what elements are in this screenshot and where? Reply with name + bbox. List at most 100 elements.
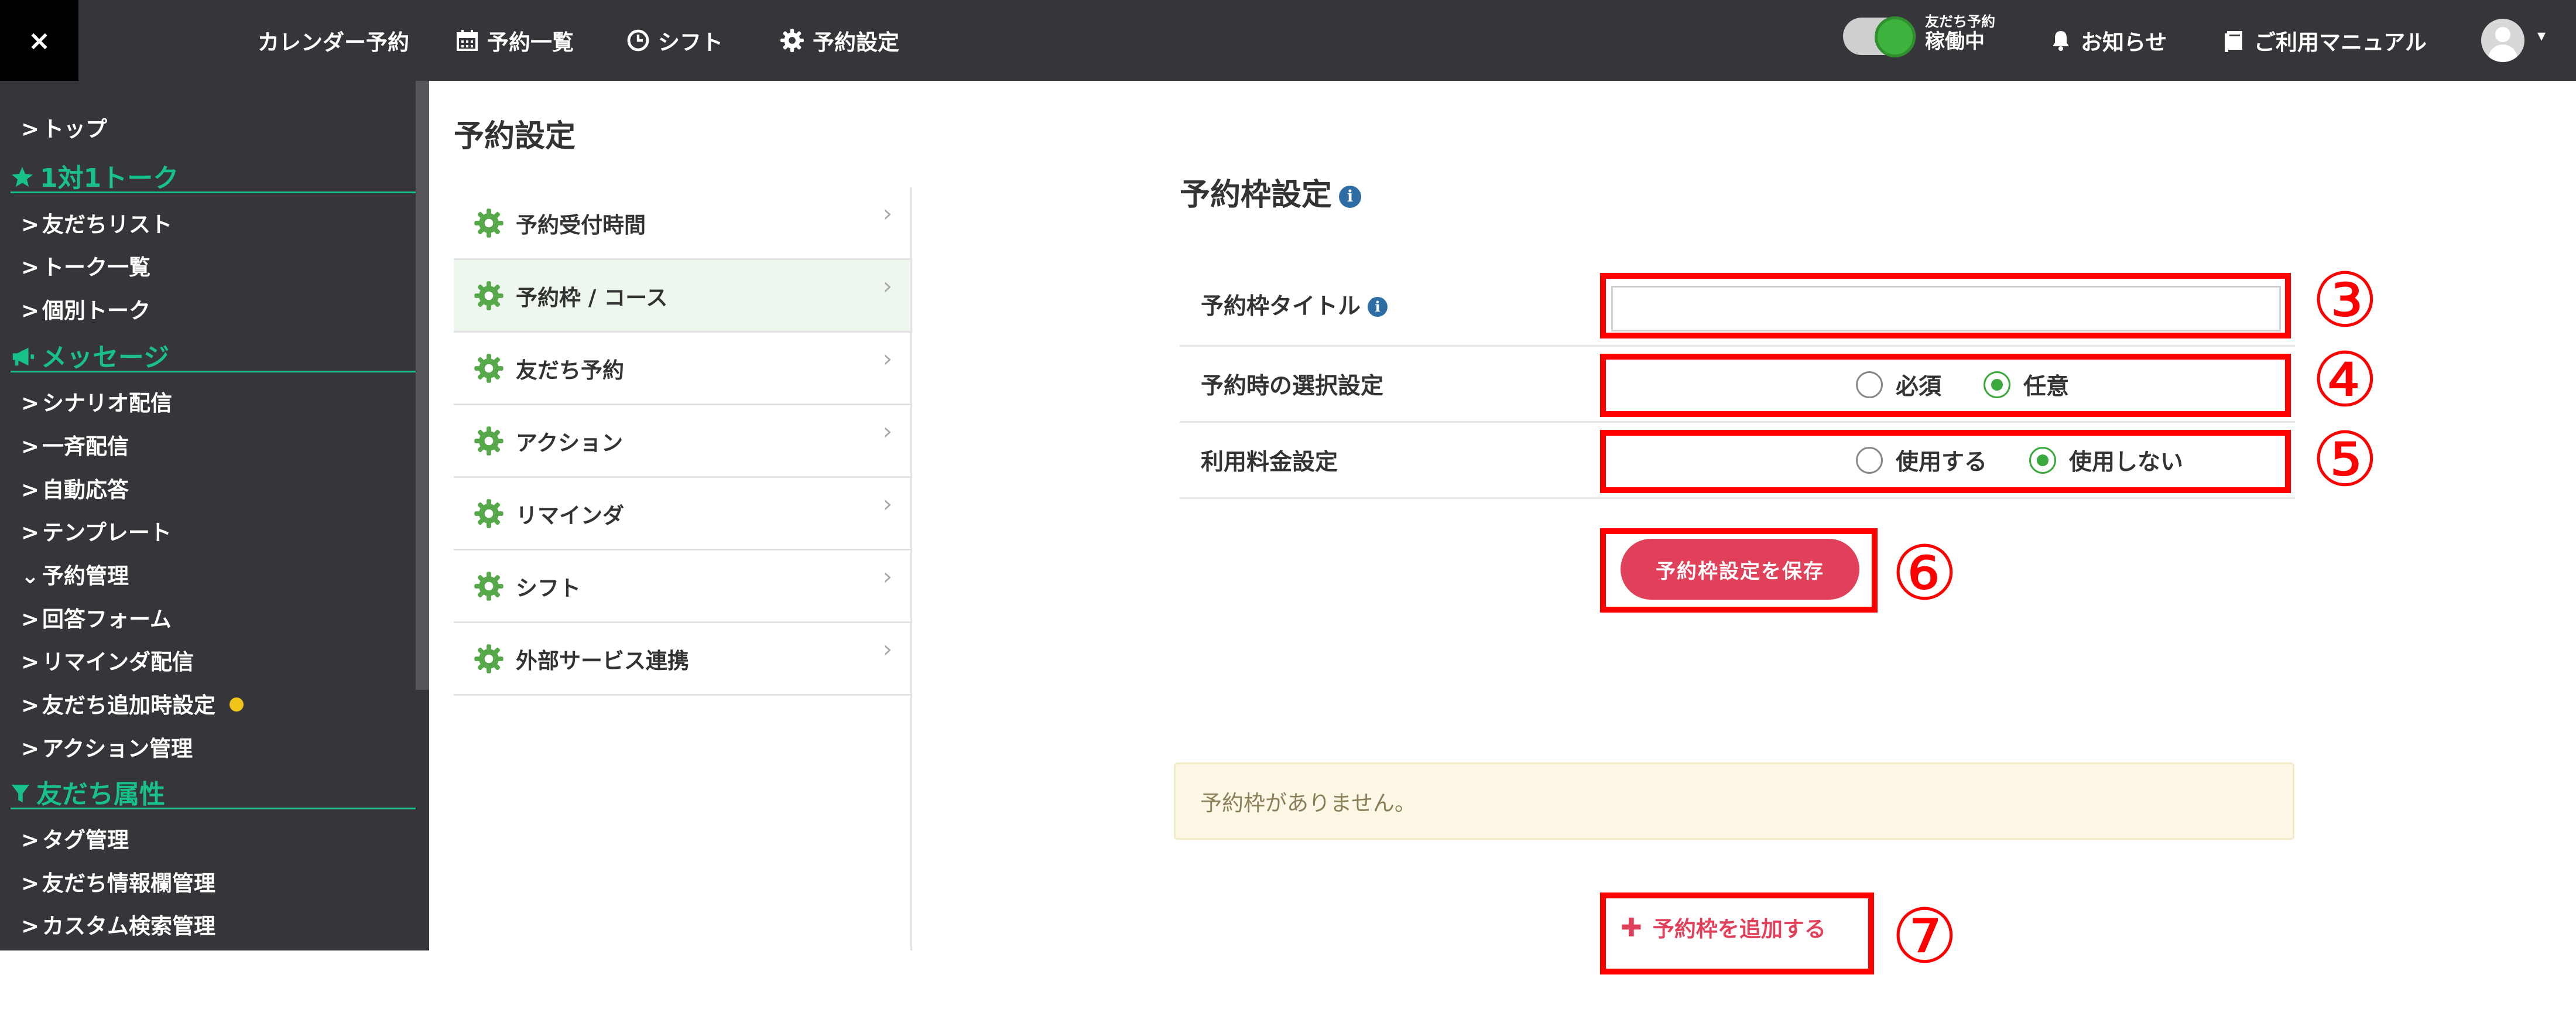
sidebar-section-label: 友だち属性 — [36, 779, 165, 809]
sidebar-item-broadcast[interactable]: > 一斉配信 — [21, 429, 129, 460]
top-bar: × カレンダー予約 予約一覧 シフト 予約設定 友だち予約 稼働中 お知らせ ご… — [0, 0, 2576, 81]
annotation-box-title — [1600, 273, 2291, 338]
sidebar-item-label: シナリオ配信 — [42, 391, 172, 416]
sidebar-item-label: 個別トーク — [42, 298, 150, 323]
title-label-text: 予約枠タイトル — [1201, 293, 1361, 320]
nav-reservation-list[interactable]: 予約一覧 — [455, 0, 574, 81]
info-icon[interactable]: i — [1339, 185, 1362, 208]
gear-icon — [474, 644, 503, 673]
sidebar-item-talk-list[interactable]: > トーク一覧 — [21, 249, 150, 281]
chevron-right-icon: > — [21, 298, 40, 323]
submenu-divider — [910, 187, 912, 950]
nav-notice[interactable]: お知らせ — [2049, 0, 2167, 81]
sidebar-item-label: 一斉配信 — [42, 434, 129, 459]
nav-calendar-reservation[interactable]: カレンダー予約 — [258, 0, 409, 81]
megaphone-icon — [12, 347, 35, 366]
chevron-right-icon: > — [21, 212, 40, 237]
toggle-status-text: 友だち予約 稼働中 — [1925, 13, 1995, 53]
sidebar-section-friend-attributes: 友だち属性 — [11, 773, 416, 809]
submenu-item-label: 予約枠 / コース — [516, 285, 668, 310]
nav-calendar-reservation-label: カレンダー予約 — [258, 30, 409, 55]
chevron-right-icon: › — [883, 418, 892, 445]
sidebar-item-friend-add-settings[interactable]: > 友だち追加時設定 — [21, 688, 244, 719]
annotation-marker-3: ③ — [2311, 257, 2379, 344]
submenu-item-label: 外部サービス連携 — [516, 648, 689, 673]
fee-label: 利用料金設定 — [1201, 449, 1338, 476]
sidebar-item-tag-management[interactable]: > タグ管理 — [21, 822, 129, 854]
nav-reservation-settings-label: 予約設定 — [813, 30, 899, 55]
chevron-right-icon: › — [883, 491, 892, 518]
sidebar-item-friend-list[interactable]: > 友だちリスト — [21, 207, 172, 238]
sidebar-item-label: アクション管理 — [42, 736, 193, 761]
sidebar-item-label: トーク一覧 — [42, 255, 150, 280]
star-icon — [12, 167, 33, 187]
chevron-right-icon: > — [21, 117, 40, 142]
sidebar-item-friend-info[interactable]: > 友だち情報欄管理 — [21, 866, 215, 897]
nav-manual[interactable]: ご利用マニュアル — [2222, 0, 2427, 81]
sidebar-item-label: 回答フォーム — [42, 607, 172, 632]
sidebar-item-auto-reply[interactable]: > 自動応答 — [21, 472, 129, 504]
sidebar-item-label: トップ — [42, 117, 107, 142]
chevron-right-icon: › — [883, 563, 892, 590]
sidebar-scrollbar[interactable] — [416, 81, 429, 690]
avatar-dropdown-icon[interactable]: ▾ — [2537, 26, 2546, 45]
submenu-item-label: 予約受付時間 — [516, 212, 646, 238]
sidebar-item-template[interactable]: > テンプレート — [21, 515, 172, 546]
annotation-box-add — [1600, 893, 1874, 974]
submenu-item[interactable]: シフト › — [454, 550, 912, 623]
chevron-right-icon: › — [883, 200, 892, 227]
nav-reservation-list-label: 予約一覧 — [487, 30, 574, 55]
nav-shift[interactable]: シフト — [626, 0, 723, 81]
sidebar-item-label: タグ管理 — [42, 827, 129, 853]
selection-label: 予約時の選択設定 — [1201, 373, 1384, 399]
sidebar-item-custom-search[interactable]: > カスタム検索管理 — [21, 908, 215, 940]
sidebar-item-answer-form[interactable]: > 回答フォーム — [21, 601, 172, 633]
toggle-status-label: 稼働中 — [1925, 29, 1985, 53]
sidebar-item-reservation[interactable]: ⌄ 予約管理 — [21, 558, 129, 590]
notification-dot — [229, 697, 244, 712]
sidebar-item-action-management[interactable]: > アクション管理 — [21, 731, 193, 762]
chevron-right-icon: > — [21, 693, 40, 718]
settings-submenu: 予約受付時間 › 予約枠 / コース › 友だち予約 › アクション › リマインダ › シフト › 外… — [454, 187, 912, 696]
sidebar-item-reminder[interactable]: > リマインダ配信 — [21, 644, 194, 676]
submenu-item[interactable]: 友だち予約 › — [454, 333, 912, 405]
submenu-item[interactable]: 予約枠 / コース › — [454, 260, 912, 333]
left-sidebar: > トップ 1対1トーク > 友だちリスト > トーク一覧 > 個別トーク メッセージ … — [0, 81, 429, 950]
info-icon[interactable]: i — [1368, 296, 1388, 317]
submenu-item[interactable]: アクション › — [454, 405, 912, 478]
gear-icon — [474, 281, 503, 310]
reservation-toggle[interactable] — [1843, 16, 1916, 57]
close-button[interactable]: × — [0, 0, 78, 81]
gear-icon — [474, 208, 503, 238]
chevron-down-icon: ⌄ — [21, 563, 40, 589]
sidebar-section-message: メッセージ — [11, 336, 416, 372]
sidebar-item-individual-talk[interactable]: > 個別トーク — [21, 293, 150, 324]
chevron-right-icon: › — [883, 273, 892, 300]
avatar-head-shape — [2495, 27, 2510, 42]
annotation-box-selection — [1600, 354, 2291, 417]
section-title-text: 予約枠設定 — [1180, 177, 1332, 213]
chevron-right-icon: › — [883, 346, 892, 372]
gear-icon — [474, 571, 503, 601]
chevron-right-icon: > — [21, 477, 40, 502]
annotation-marker-5: ⑤ — [2311, 416, 2379, 504]
submenu-item[interactable]: 予約受付時間 › — [454, 187, 912, 260]
chevron-right-icon: > — [21, 255, 40, 280]
annotation-marker-4: ④ — [2311, 337, 2379, 424]
sidebar-item-scenario[interactable]: > シナリオ配信 — [21, 385, 172, 417]
chevron-right-icon: > — [21, 434, 40, 459]
submenu-item[interactable]: 外部サービス連携 › — [454, 623, 912, 696]
sidebar-item-top[interactable]: > トップ — [21, 111, 107, 143]
sidebar-item-label: 友だちリスト — [42, 212, 172, 237]
sidebar-item-label: テンプレート — [42, 520, 172, 545]
chevron-right-icon: > — [21, 607, 40, 632]
user-avatar[interactable] — [2481, 19, 2524, 62]
submenu-item-label: リマインダ — [516, 502, 624, 528]
sidebar-item-label: 自動応答 — [42, 477, 129, 502]
gear-icon — [780, 29, 804, 52]
submenu-item[interactable]: リマインダ › — [454, 478, 912, 550]
chevron-right-icon: > — [21, 649, 40, 675]
nav-reservation-settings[interactable]: 予約設定 — [780, 0, 899, 81]
submenu-item-label: シフト — [516, 575, 581, 601]
nav-notice-label: お知らせ — [2081, 30, 2167, 55]
